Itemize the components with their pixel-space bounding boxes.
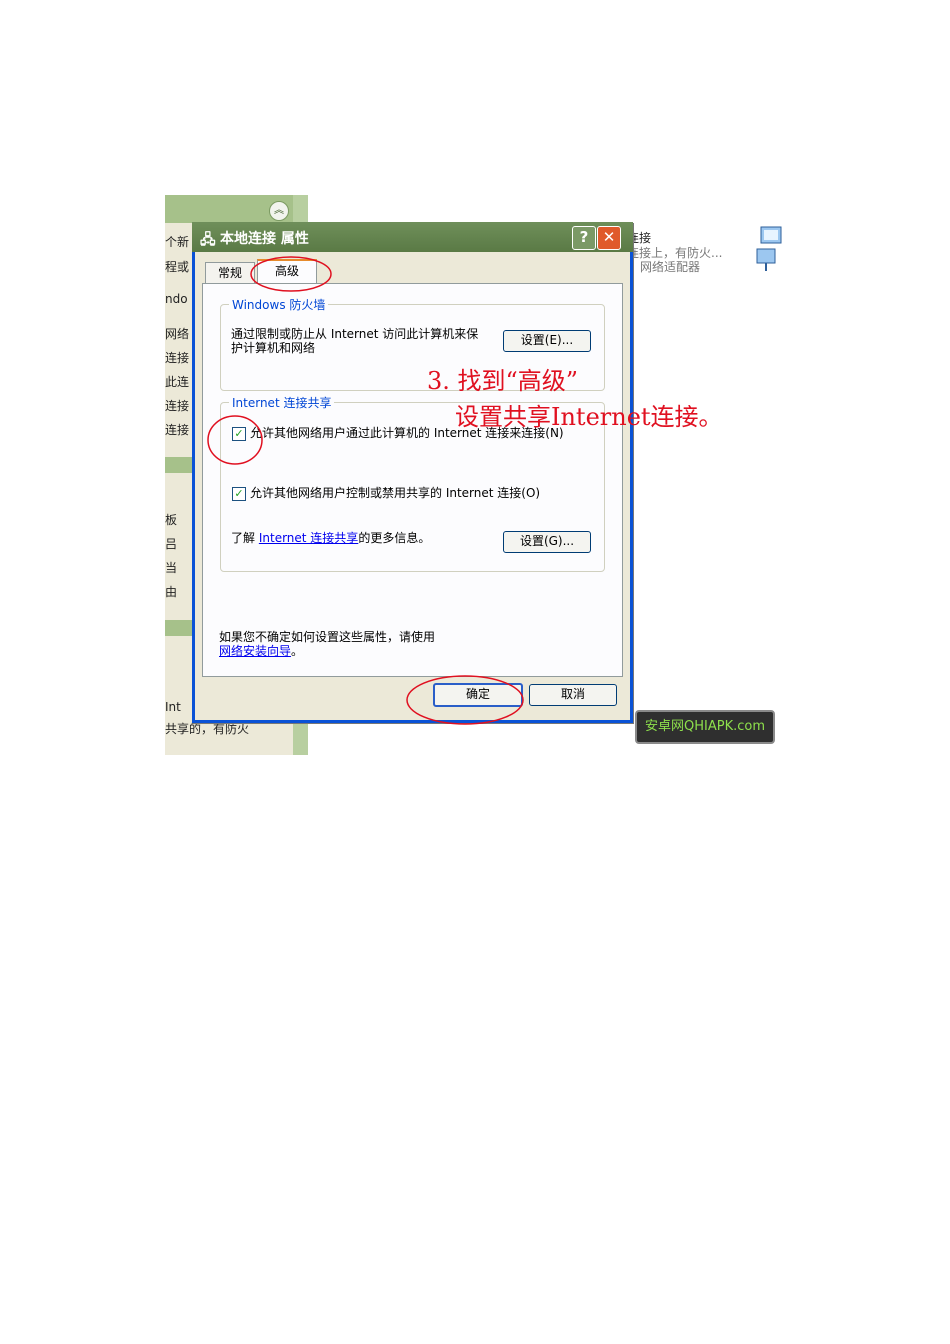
learn-prefix: 了解: [231, 531, 256, 545]
network-connection-icon[interactable]: [755, 223, 783, 273]
task-pane-item[interactable]: 程或: [165, 258, 189, 275]
allow-connect-checkbox[interactable]: ✓: [232, 427, 246, 441]
learn-more-text: 了解 Internet 连接共享的更多信息。: [231, 531, 430, 545]
task-pane-item[interactable]: 当: [165, 559, 177, 576]
connection-adapter: 网络适配器: [640, 260, 701, 274]
allow-control-label[interactable]: 允许其他网络用户控制或禁用共享的 Internet 连接(O): [250, 486, 590, 500]
tab-general[interactable]: 常规: [205, 262, 255, 284]
firewall-settings-button[interactable]: 设置(E)...: [503, 330, 591, 352]
properties-dialog: 🖧 本地连接 属性 ? ✕ 常规 高级 Windows 防火墙 通过限制或防止从…: [192, 222, 633, 723]
ics-help-link[interactable]: Internet 连接共享: [259, 531, 358, 545]
tab-advanced[interactable]: 高级: [257, 259, 317, 286]
task-pane-item[interactable]: 由: [165, 583, 177, 600]
footer-text: 如果您不确定如何设置这些属性，请使用 网络安装向导。: [219, 630, 579, 658]
firewall-description: 通过限制或防止从 Internet 访问此计算机来保护计算机和网络: [231, 327, 479, 355]
network-icon: 🖧: [200, 232, 216, 248]
tab-panel-advanced: Windows 防火墙 通过限制或防止从 Internet 访问此计算机来保护计…: [202, 283, 623, 677]
collapse-chevron-icon[interactable]: ︽: [269, 201, 289, 221]
annotation-step: 3. 找到“高级”: [427, 367, 579, 395]
footer-text-end: 。: [291, 644, 304, 658]
task-pane-item[interactable]: 板: [165, 511, 177, 528]
task-pane-item[interactable]: 网络: [165, 325, 189, 342]
watermark-logo: 安卓网QHIAPK.com: [635, 710, 775, 744]
footer-text-main: 如果您不确定如何设置这些属性，请使用: [219, 630, 436, 644]
cancel-button[interactable]: 取消: [529, 684, 617, 706]
network-setup-wizard-link[interactable]: 网络安装向导: [219, 644, 291, 658]
task-pane-item[interactable]: 连接: [165, 349, 189, 366]
ics-group-title: Internet 连接共享: [229, 394, 335, 411]
close-button[interactable]: ✕: [597, 226, 621, 250]
screenshot-area: ︽ 个新 程或 ndo 网络 连接 此连 连接 连接 板 吕 当 由 Int 共…: [165, 195, 785, 755]
task-pane-item[interactable]: 吕: [165, 535, 177, 552]
annotation-instruction: 设置共享Internet连接。: [455, 403, 723, 431]
task-pane-item[interactable]: ndo: [165, 292, 188, 306]
task-pane-item[interactable]: 此连: [165, 373, 189, 390]
allow-control-checkbox[interactable]: ✓: [232, 487, 246, 501]
dialog-title: 本地连接 属性: [220, 231, 309, 247]
ok-button[interactable]: 确定: [433, 683, 523, 707]
firewall-group-title: Windows 防火墙: [229, 296, 329, 313]
task-pane-item[interactable]: 个新: [165, 233, 189, 250]
task-pane-item[interactable]: 连接: [165, 397, 189, 414]
ics-settings-button[interactable]: 设置(G)...: [503, 531, 591, 553]
task-pane-item[interactable]: Int: [165, 700, 181, 714]
dialog-titlebar[interactable]: 🖧 本地连接 属性 ? ✕: [192, 222, 633, 252]
task-pane-item[interactable]: 连接: [165, 421, 189, 438]
learn-suffix: 的更多信息。: [358, 531, 431, 545]
help-button[interactable]: ?: [572, 226, 596, 250]
